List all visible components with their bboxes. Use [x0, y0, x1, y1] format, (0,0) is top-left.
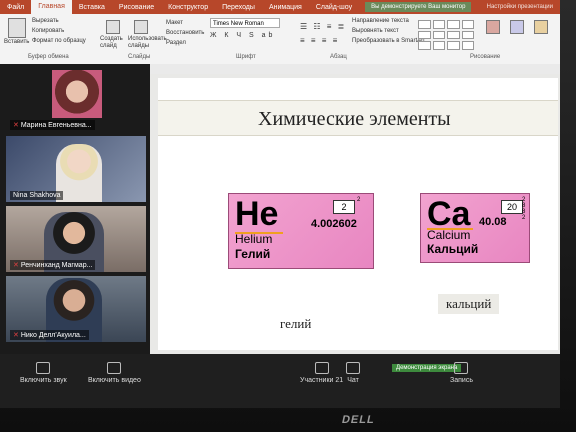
tab-home[interactable]: Главная	[31, 0, 72, 14]
avatar	[52, 70, 102, 118]
reuse-slides-button[interactable]: Использовать слайды	[128, 36, 167, 50]
tab-draw[interactable]: Рисование	[112, 4, 161, 11]
tab-animations[interactable]: Анимация	[262, 4, 309, 11]
tab-file[interactable]: Файл	[0, 4, 31, 11]
new-slide-icon[interactable]	[106, 20, 120, 34]
slides-group-label: Слайды	[128, 54, 151, 60]
video-tile[interactable]: ✕ Ренчинханд Магмар...	[6, 206, 146, 272]
paste-icon[interactable]	[8, 18, 26, 38]
ribbon-body: Вставить Вырезать Копировать Формат по о…	[0, 14, 560, 65]
element-card-helium[interactable]: He 2 2 4.002602 Helium Гелий	[228, 193, 374, 269]
tab-transitions[interactable]: Переходы	[215, 4, 262, 11]
element-symbol: He	[235, 195, 279, 233]
window-title-right: Настройки презентации	[486, 4, 553, 10]
shapes-gallery[interactable]	[418, 20, 474, 50]
participants-icon	[314, 362, 329, 374]
microphone-icon	[36, 362, 51, 374]
atomic-mass: 4.002602	[311, 218, 357, 230]
format-painter-button[interactable]: Формат по образцу	[32, 38, 86, 44]
record-icon	[454, 362, 469, 374]
start-video-button[interactable]: Включить видео	[88, 362, 141, 384]
monitor-bezel: Файл Главная Вставка Рисование Конструкт…	[0, 0, 576, 432]
ribbon-tab-bar: Файл Главная Вставка Рисование Конструкт…	[0, 0, 560, 14]
new-slide-button[interactable]: Создать слайд	[100, 36, 126, 50]
clipboard-group-label: Буфер обмена	[28, 54, 69, 60]
tab-design[interactable]: Конструктор	[161, 4, 215, 11]
dell-logo: DELL	[340, 414, 377, 426]
muted-mic-icon: ✕	[13, 122, 19, 129]
reset-button[interactable]: Восстановить	[166, 30, 204, 36]
smartart-button[interactable]: Преобразовать в SmartArt	[352, 38, 425, 44]
record-button[interactable]: Запись	[450, 362, 473, 384]
quick-styles-icon[interactable]	[510, 20, 524, 34]
caption-calcium[interactable]: кальций	[438, 294, 500, 314]
participants-button[interactable]: Участники 21	[300, 362, 343, 384]
video-tile[interactable]: ✕ Марина Евгеньевна...	[6, 66, 146, 132]
reuse-slides-icon[interactable]	[134, 20, 148, 34]
tab-insert[interactable]: Вставка	[72, 4, 112, 11]
atomic-number: 20	[501, 200, 523, 214]
unmute-button[interactable]: Включить звук	[20, 362, 67, 384]
participant-name-label: ✕ Ренчинханд Магмар...	[10, 260, 96, 270]
shape-fill-icon[interactable]	[534, 20, 548, 34]
participants-video-panel: ✕ Марина Евгеньевна... Nina Shakhova ✕ Рен…	[0, 64, 150, 354]
screen: Файл Главная Вставка Рисование Конструкт…	[0, 0, 560, 408]
zoom-toolbar: Включить звук Включить видео Участники 2…	[0, 354, 560, 408]
electron-config: 2 8 8 2	[522, 197, 526, 221]
slide-editor-area: Химические элементы He 2 2 4.002602 Heli…	[150, 74, 560, 354]
tab-slideshow[interactable]: Слайд-шоу	[309, 4, 359, 11]
atomic-number: 2	[333, 200, 355, 214]
video-camera-icon	[107, 362, 122, 374]
atomic-mass: 40.08	[479, 216, 507, 228]
participant-name-label: ✕ Марина Евгеньевна...	[10, 120, 95, 130]
caption-helium[interactable]: гелий	[280, 316, 311, 332]
arrange-icon[interactable]	[486, 20, 500, 34]
video-tile[interactable]: ✕ Нико Делл'Акуила...	[6, 276, 146, 342]
align-text-button[interactable]: Выровнять текст	[352, 28, 399, 34]
participant-name-label: ✕ Нико Делл'Акуила...	[10, 330, 89, 340]
video-tile[interactable]: Nina Shakhova	[6, 136, 146, 202]
name-underline	[235, 232, 283, 234]
align-buttons[interactable]: ≡ ≡ ≡ ≡	[300, 36, 339, 45]
copy-button[interactable]: Копировать	[32, 28, 64, 34]
name-underline	[427, 228, 473, 230]
electron-config: 2	[357, 197, 361, 203]
participant-name-label: Nina Shakhova	[10, 191, 64, 200]
chat-icon	[346, 362, 360, 374]
font-group-label: Шрифт	[236, 54, 256, 60]
cut-button[interactable]: Вырезать	[32, 18, 59, 24]
list-buttons[interactable]: ☰ ☷ ≡ ≣	[300, 22, 346, 31]
element-card-calcium[interactable]: Ca 20 2 8 8 2 40.08 Calcium Кальций	[420, 193, 530, 263]
layout-button[interactable]: Макет	[166, 20, 183, 26]
font-name-field[interactable]: Times New Roman	[210, 18, 280, 28]
paragraph-group-label: Абзац	[330, 54, 347, 60]
slide-title[interactable]: Химические элементы	[258, 108, 451, 131]
section-button[interactable]: Раздел	[166, 40, 186, 46]
font-format-buttons[interactable]: Ж К Ч S ab	[210, 32, 275, 39]
slide-canvas[interactable]: Химические элементы He 2 2 4.002602 Heli…	[158, 78, 558, 350]
share-status-banner: Вы демонстрируете Ваш монитор	[365, 2, 472, 12]
paste-button[interactable]: Вставить	[4, 39, 29, 45]
element-latin-name: Helium	[235, 232, 273, 246]
chat-button[interactable]: Чат	[346, 362, 360, 384]
element-russian-name: Гелий	[235, 247, 271, 261]
muted-mic-icon: ✕	[13, 332, 19, 339]
drawing-group-label: Рисование	[470, 54, 501, 60]
text-direction-button[interactable]: Направление текста	[352, 18, 409, 24]
element-latin-name: Calcium	[427, 228, 471, 242]
muted-mic-icon: ✕	[13, 262, 19, 269]
element-russian-name: Кальций	[427, 242, 479, 256]
